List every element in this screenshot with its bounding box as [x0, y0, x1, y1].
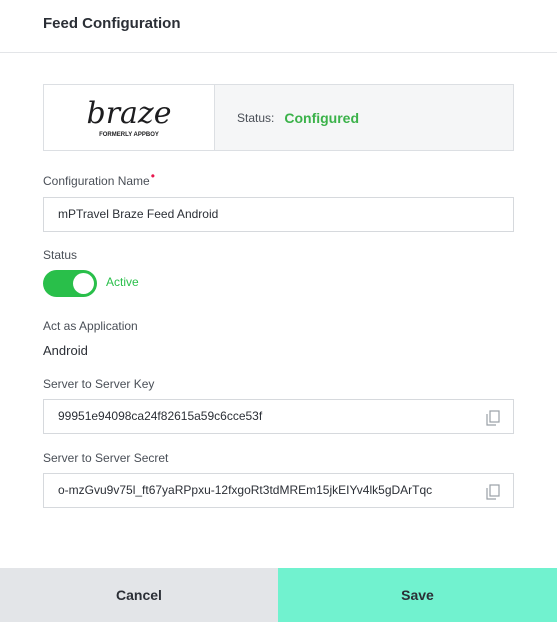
server-key-value: 99951e94098ca24f82615a59c6cce53f — [58, 409, 263, 423]
cancel-button[interactable]: Cancel — [0, 568, 278, 622]
braze-logo-icon: braze FORMERLY APPBOY — [87, 96, 172, 138]
header: Feed Configuration — [0, 0, 557, 53]
svg-text:FORMERLY APPBOY: FORMERLY APPBOY — [99, 132, 159, 138]
config-name-label: Configuration Name• — [43, 169, 155, 188]
card-status-value: Configured — [284, 109, 360, 126]
server-key-label: Server to Server Key — [43, 377, 155, 391]
server-secret-value: o-mzGvu9v75l_ft67yaRPpxu-12fxgoRt3tdMREm… — [58, 483, 433, 497]
required-marker: • — [150, 169, 155, 183]
status-toggle[interactable] — [43, 270, 97, 297]
svg-text:braze: braze — [87, 96, 172, 131]
partner-card: braze FORMERLY APPBOY Status: Configured — [43, 84, 514, 151]
config-name-field[interactable]: mPTravel Braze Feed Android — [43, 197, 514, 232]
braze-logo: braze FORMERLY APPBOY — [44, 85, 215, 150]
status-label: Status — [43, 248, 78, 262]
server-key-field[interactable]: 99951e94098ca24f82615a59c6cce53f — [43, 399, 514, 434]
toggle-knob — [73, 273, 94, 294]
page-title: Feed Configuration — [43, 15, 181, 32]
copy-icon[interactable] — [486, 484, 500, 500]
act-as-value: Android — [43, 343, 88, 358]
footer: Cancel Save — [0, 568, 557, 622]
status-toggle-text: Active — [106, 275, 139, 289]
copy-icon[interactable] — [486, 410, 500, 426]
server-secret-label: Server to Server Secret — [43, 451, 169, 465]
card-status: Status: Configured — [215, 85, 359, 150]
act-as-label: Act as Application — [43, 319, 138, 333]
card-status-label: Status: — [237, 110, 275, 125]
save-button[interactable]: Save — [278, 568, 557, 622]
server-secret-field[interactable]: o-mzGvu9v75l_ft67yaRPpxu-12fxgoRt3tdMREm… — [43, 473, 514, 508]
